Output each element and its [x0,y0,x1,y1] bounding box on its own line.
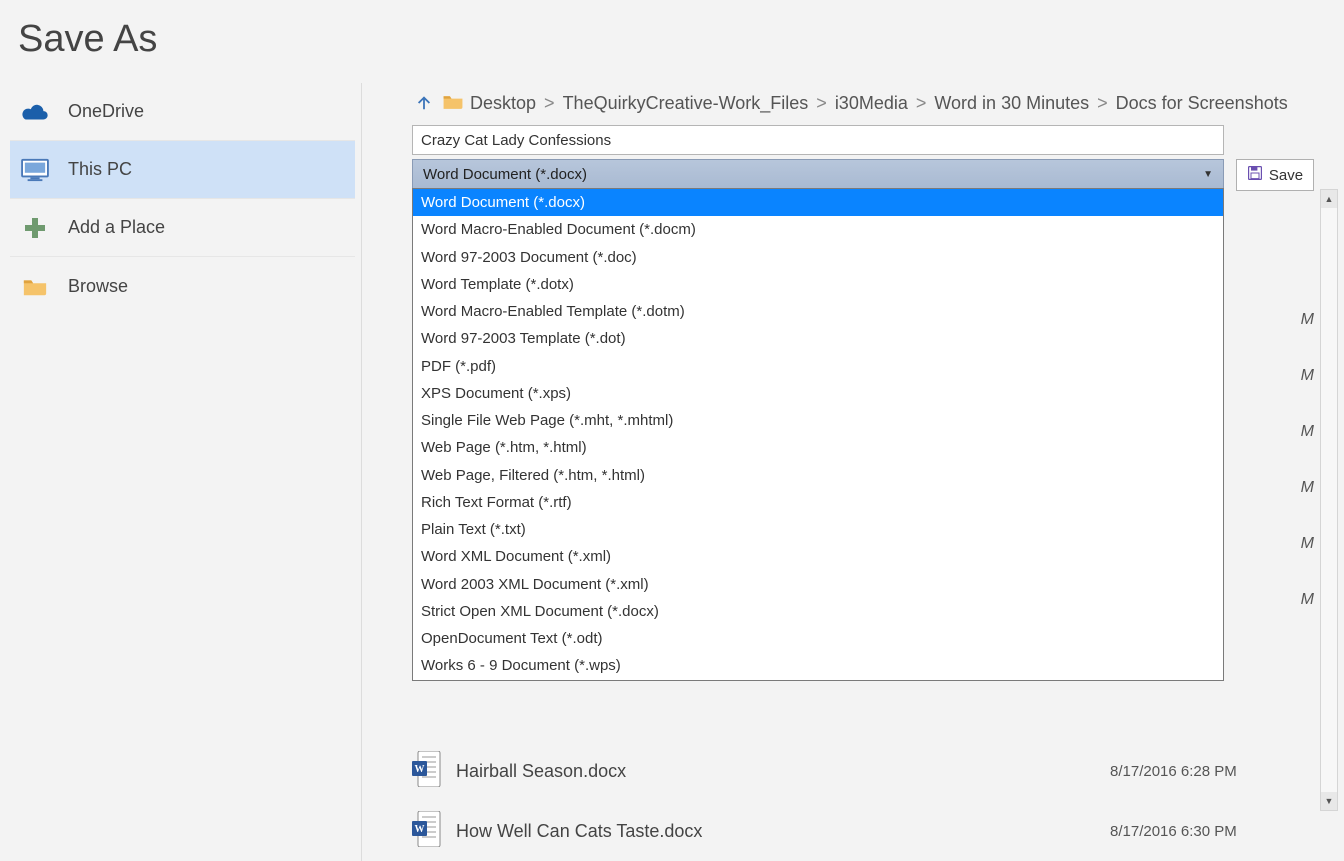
breadcrumb: Desktop > TheQuirkyCreative-Work_Files >… [412,83,1334,123]
filetype-options-list: Word Document (*.docx) Word Macro-Enable… [412,188,1224,681]
locations-sidebar: OneDrive This PC Add a Place Browse [10,83,362,861]
file-name: Hairball Season.docx [456,761,1096,782]
sidebar-item-browse[interactable]: Browse [10,257,355,315]
filetype-option[interactable]: Web Page (*.htm, *.html) [413,434,1223,461]
file-date: 8/17/2016 6:30 PM [1110,823,1237,840]
filetype-option[interactable]: Word 2003 XML Document (*.xml) [413,571,1223,598]
plus-icon [20,215,50,241]
sidebar-item-label: Browse [68,276,128,297]
filetype-option[interactable]: Single File Web Page (*.mht, *.mhtml) [413,407,1223,434]
sidebar-item-add-place[interactable]: Add a Place [10,199,355,257]
crumb-part[interactable]: Docs for Screenshots [1116,93,1288,114]
partial-date-text: M [1301,423,1314,441]
partial-date-text: M [1301,591,1314,609]
filetype-option[interactable]: PDF (*.pdf) [413,353,1223,380]
filetype-option[interactable]: XPS Document (*.xps) [413,380,1223,407]
chevron-right-icon: > [814,93,829,114]
chevron-right-icon: > [914,93,929,114]
filetype-option[interactable]: Plain Text (*.txt) [413,516,1223,543]
filetype-option[interactable]: Word 97-2003 Document (*.doc) [413,244,1223,271]
filetype-option[interactable]: Works 6 - 9 Document (*.wps) [413,652,1223,679]
partial-date-text: M [1301,311,1314,329]
filetype-dropdown[interactable]: Word Document (*.docx) ▼ [412,159,1224,189]
filetype-option[interactable]: Rich Text Format (*.rtf) [413,489,1223,516]
sidebar-item-label: OneDrive [68,101,144,122]
cloud-icon [20,99,50,125]
word-document-icon: W [412,751,442,791]
scroll-down-button[interactable]: ▼ [1321,792,1337,810]
file-list-row[interactable]: W How Well Can Cats Taste.docx 8/17/2016… [412,801,1334,861]
filetype-option[interactable]: Word XML Document (*.xml) [413,543,1223,570]
filetype-option[interactable]: Word Document (*.docx) [413,189,1223,216]
file-date: 8/17/2016 6:28 PM [1110,763,1237,780]
scroll-up-button[interactable]: ▲ [1321,190,1337,208]
page-title: Save As [0,0,1344,83]
vertical-scrollbar[interactable]: ▲ ▼ [1320,189,1338,811]
filetype-option[interactable]: Word 97-2003 Template (*.dot) [413,325,1223,352]
crumb-part[interactable]: TheQuirkyCreative-Work_Files [563,93,809,114]
save-button-label: Save [1269,167,1303,184]
folder-icon [20,273,50,299]
filetype-option[interactable]: Strict Open XML Document (*.docx) [413,598,1223,625]
partial-date-text: M [1301,479,1314,497]
partial-date-text: M [1301,535,1314,553]
filetype-option[interactable]: Word Template (*.dotx) [413,271,1223,298]
crumb-part[interactable]: Word in 30 Minutes [934,93,1089,114]
partial-date-text: M [1301,367,1314,385]
monitor-icon [20,157,50,183]
filetype-option[interactable]: Word Macro-Enabled Document (*.docm) [413,216,1223,243]
sidebar-item-this-pc[interactable]: This PC [10,141,355,199]
filename-input[interactable] [412,125,1224,155]
up-arrow-icon[interactable] [412,91,436,115]
filetype-option[interactable]: OpenDocument Text (*.odt) [413,625,1223,652]
chevron-down-icon: ▼ [1203,169,1213,180]
folder-icon [442,92,464,115]
sidebar-item-label: Add a Place [68,217,165,238]
svg-text:W: W [415,764,425,775]
filetype-option[interactable]: Word Macro-Enabled Template (*.dotm) [413,298,1223,325]
sidebar-item-onedrive[interactable]: OneDrive [10,83,355,141]
svg-text:W: W [415,824,425,835]
filetype-selected-label: Word Document (*.docx) [423,166,587,183]
chevron-right-icon: > [1095,93,1110,114]
crumb-part[interactable]: i30Media [835,93,908,114]
filetype-option[interactable]: Web Page, Filtered (*.htm, *.html) [413,462,1223,489]
file-list-row[interactable]: W Hairball Season.docx 8/17/2016 6:28 PM [412,741,1334,801]
save-icon [1247,165,1263,185]
sidebar-item-label: This PC [68,159,132,180]
chevron-right-icon: > [542,93,557,114]
file-name: How Well Can Cats Taste.docx [456,821,1096,842]
save-button[interactable]: Save [1236,159,1314,191]
crumb-part[interactable]: Desktop [470,93,536,114]
word-document-icon: W [412,811,442,851]
